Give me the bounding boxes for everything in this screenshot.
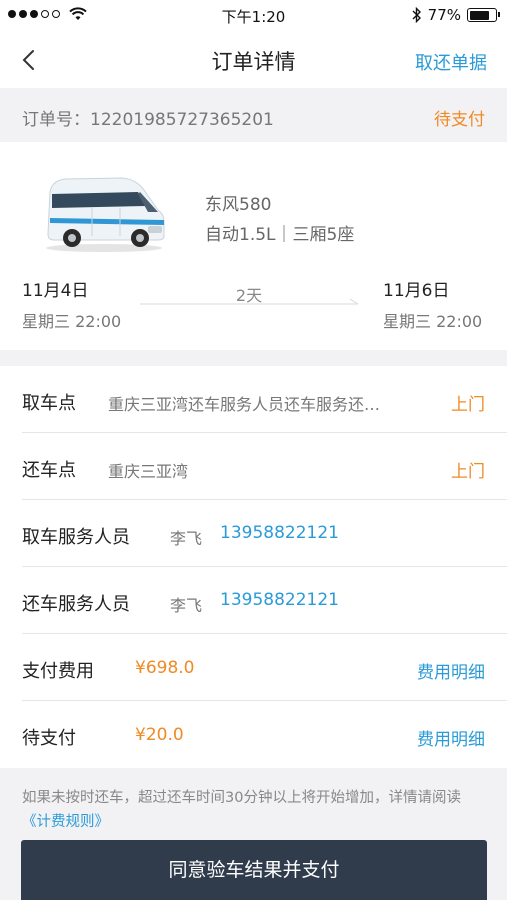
rental-duration: 2天 [235, 286, 263, 305]
bluetooth-icon [412, 7, 421, 23]
paid-fee-row: 支付费用 ¥698.0 费用明细 [0, 634, 507, 701]
pickup-staff-phone-link[interactable]: 13958822121 [220, 523, 339, 543]
order-status-badge: 待支付 [434, 110, 485, 130]
pickup-location-label: 取车点 [22, 393, 76, 414]
pickup-location-value: 重庆三亚湾还车服务人员还车服务还… [108, 395, 381, 414]
receipts-link[interactable]: 取还单据 [415, 49, 487, 75]
status-bar: 下午1:20 77% [0, 0, 507, 32]
paid-fee-details-link[interactable]: 费用明细 [417, 658, 485, 683]
agree-and-pay-button[interactable]: 同意验车结果并支付 [21, 840, 487, 900]
pending-fee-label: 待支付 [22, 728, 76, 749]
order-number: 订单号：12201985727365201 [22, 105, 274, 130]
pickup-location-row[interactable]: 取车点 重庆三亚湾还车服务人员还车服务还… 上门 [0, 366, 507, 433]
return-door-service-tag: 上门 [451, 462, 485, 482]
billing-rules-link[interactable]: 《计费规则》 [22, 814, 109, 830]
van-image [46, 177, 165, 252]
pending-fee-amount: ¥20.0 [135, 725, 184, 745]
pending-fee-row: 待支付 ¥20.0 费用明细 [0, 701, 507, 768]
order-details-list: 取车点 重庆三亚湾还车服务人员还车服务还… 上门 还车点 重庆三亚湾 上门 取车… [0, 366, 507, 768]
return-staff-row: 还车服务人员 李飞 13958822121 [0, 567, 507, 634]
car-name: 东风580 [205, 195, 272, 215]
order-number-label: 订单号： [22, 110, 90, 130]
paid-fee-label: 支付费用 [22, 661, 94, 682]
car-card: 东风580 自动1.5L｜三厢5座 11月4日 星期三 22:00 2天 11月… [0, 142, 507, 350]
nav-bar: 订单详情 取还单据 [0, 32, 507, 88]
return-staff-label: 还车服务人员 [22, 594, 130, 615]
pickup-date: 11月4日 [22, 281, 89, 301]
return-location-value: 重庆三亚湾 [108, 462, 189, 481]
order-bar: 订单号：12201985727365201 待支付 [0, 88, 507, 142]
return-location-row[interactable]: 还车点 重庆三亚湾 上门 [0, 433, 507, 500]
paid-fee-amount: ¥698.0 [135, 658, 195, 678]
return-time: 星期三 22:00 [383, 312, 483, 331]
return-staff-name: 李飞 [170, 596, 203, 615]
pickup-staff-row: 取车服务人员 李飞 13958822121 [0, 500, 507, 567]
return-staff-phone-link[interactable]: 13958822121 [220, 590, 339, 610]
pickup-staff-name: 李飞 [170, 529, 203, 548]
return-location-label: 还车点 [22, 460, 76, 481]
order-number-value: 12201985727365201 [90, 110, 274, 130]
late-return-notice: 如果未按时还车，超过还车时间30分钟以上将开始增加，详情请阅读《计费规则》 [22, 786, 482, 834]
car-spec: 自动1.5L｜三厢5座 [205, 225, 355, 245]
notice-text: 如果未按时还车，超过还车时间30分钟以上将开始增加，详情请阅读 [22, 790, 461, 806]
pickup-staff-label: 取车服务人员 [22, 527, 130, 548]
pickup-door-service-tag: 上门 [451, 395, 485, 415]
pickup-time: 星期三 22:00 [22, 312, 122, 331]
pending-fee-details-link[interactable]: 费用明细 [417, 725, 485, 750]
battery-percent: 77% [427, 6, 461, 24]
return-date: 11月6日 [383, 281, 450, 301]
battery-icon [467, 8, 500, 22]
